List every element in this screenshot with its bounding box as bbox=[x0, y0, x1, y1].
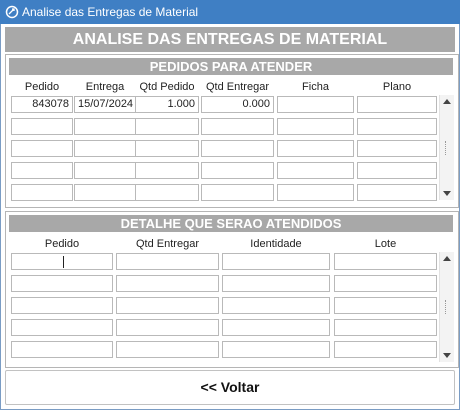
table-cell-input[interactable] bbox=[11, 140, 73, 157]
table-cell-input[interactable]: 0.000 bbox=[201, 96, 274, 113]
table-cell-input[interactable] bbox=[357, 96, 437, 113]
table-cell-input[interactable] bbox=[334, 297, 437, 314]
column-header: Ficha bbox=[302, 81, 329, 93]
table-cell-input[interactable] bbox=[222, 319, 330, 336]
table-cell-input[interactable] bbox=[277, 118, 354, 135]
table-cell-input[interactable] bbox=[277, 140, 354, 157]
main-form: ANALISE DAS ENTREGAS DE MATERIAL PEDIDOS… bbox=[0, 24, 460, 410]
table-cell-input[interactable] bbox=[11, 253, 113, 270]
app-icon bbox=[5, 5, 19, 19]
table-cell-input[interactable] bbox=[357, 162, 437, 179]
scroll-up-icon[interactable] bbox=[443, 99, 451, 104]
table-cell-input[interactable]: 1.000 bbox=[135, 96, 199, 113]
table-cell-input[interactable] bbox=[11, 118, 73, 135]
table-cell-input[interactable] bbox=[116, 275, 219, 292]
table-cell-input[interactable]: 843078 bbox=[11, 96, 73, 113]
window-title: Analise das Entregas de Material bbox=[22, 5, 199, 19]
table-cell-input[interactable] bbox=[11, 162, 73, 179]
table-cell-input[interactable] bbox=[11, 319, 113, 336]
table-cell-input[interactable] bbox=[277, 184, 354, 201]
detalhe-panel: DETALHE QUE SERAO ATENDIDOS Pedido Qtd En… bbox=[5, 211, 459, 368]
column-header: Identidade bbox=[250, 238, 302, 250]
scroll-down-icon[interactable] bbox=[443, 191, 451, 196]
table-cell-input[interactable] bbox=[11, 341, 113, 358]
table-cell-input[interactable] bbox=[334, 319, 437, 336]
scroll-grip-icon[interactable] bbox=[445, 300, 449, 314]
text-caret bbox=[63, 256, 64, 268]
table-cell-input[interactable] bbox=[222, 275, 330, 292]
table-cell-input[interactable] bbox=[201, 140, 274, 157]
pedidos-panel-title: PEDIDOS PARA ATENDER bbox=[9, 58, 453, 75]
table-cell-input[interactable] bbox=[357, 140, 437, 157]
table-cell-input[interactable] bbox=[277, 96, 354, 113]
table-cell-input[interactable] bbox=[135, 118, 199, 135]
table-cell-input[interactable] bbox=[201, 162, 274, 179]
window-titlebar: Analise das Entregas de Material bbox=[0, 0, 460, 24]
table-cell-input[interactable] bbox=[74, 162, 136, 179]
table-cell-input[interactable] bbox=[116, 319, 219, 336]
column-header: Qtd Entregar bbox=[136, 238, 199, 250]
table-cell-input[interactable] bbox=[135, 140, 199, 157]
scroll-down-icon[interactable] bbox=[443, 353, 451, 358]
table-cell-input[interactable] bbox=[11, 275, 113, 292]
table-cell-input[interactable] bbox=[11, 297, 113, 314]
table-cell-input[interactable] bbox=[334, 253, 437, 270]
table-cell-input[interactable]: 15/07/2024 bbox=[74, 96, 136, 113]
table-cell-input[interactable] bbox=[116, 253, 219, 270]
column-header: Pedido bbox=[24, 81, 60, 93]
scroll-up-icon[interactable] bbox=[443, 256, 451, 261]
table-cell-input[interactable] bbox=[135, 184, 199, 201]
column-header: Qtd Pedido bbox=[139, 81, 195, 93]
detalhe-scrollbar[interactable] bbox=[439, 252, 454, 362]
pedidos-scrollbar[interactable] bbox=[439, 95, 454, 200]
column-header: Pedido bbox=[44, 238, 80, 250]
table-cell-input[interactable] bbox=[277, 162, 354, 179]
table-cell-input[interactable] bbox=[334, 341, 437, 358]
table-cell-input[interactable] bbox=[135, 162, 199, 179]
table-cell-input[interactable] bbox=[201, 118, 274, 135]
column-header: Entrega bbox=[85, 81, 125, 93]
table-cell-input[interactable] bbox=[334, 275, 437, 292]
table-cell-input[interactable] bbox=[357, 118, 437, 135]
table-cell-input[interactable] bbox=[222, 253, 330, 270]
column-header: Plano bbox=[382, 81, 412, 93]
column-header: Lote bbox=[374, 238, 397, 250]
table-cell-input[interactable] bbox=[11, 184, 73, 201]
table-cell-input[interactable] bbox=[116, 297, 219, 314]
scroll-grip-icon[interactable] bbox=[445, 141, 449, 155]
table-cell-input[interactable] bbox=[74, 140, 136, 157]
table-cell-input[interactable] bbox=[357, 184, 437, 201]
detalhe-panel-title: DETALHE QUE SERAO ATENDIDOS bbox=[9, 215, 453, 232]
table-cell-input[interactable] bbox=[74, 118, 136, 135]
table-cell-input[interactable] bbox=[222, 341, 330, 358]
page-title: ANALISE DAS ENTREGAS DE MATERIAL bbox=[5, 27, 455, 52]
table-cell-input[interactable] bbox=[116, 341, 219, 358]
table-cell-input[interactable] bbox=[74, 184, 136, 201]
table-cell-input[interactable] bbox=[222, 297, 330, 314]
back-button[interactable]: << Voltar bbox=[5, 370, 455, 405]
column-header: Qtd Entregar bbox=[206, 81, 269, 93]
pedidos-panel: PEDIDOS PARA ATENDER Pedido Entrega Qtd Pe… bbox=[5, 54, 459, 208]
table-cell-input[interactable] bbox=[201, 184, 274, 201]
